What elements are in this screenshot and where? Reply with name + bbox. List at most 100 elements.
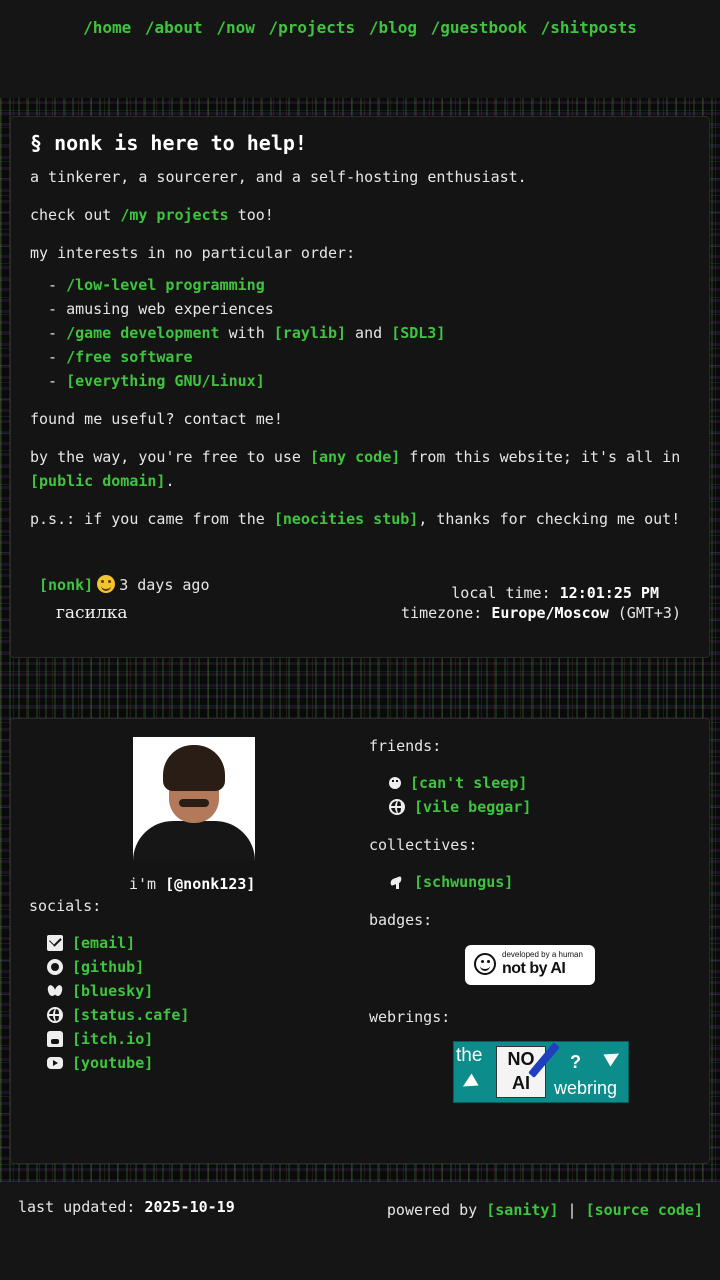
gamedev-link[interactable]: /game development xyxy=(66,324,220,342)
free-software-link[interactable]: /free software xyxy=(66,348,192,366)
avatar-mustache xyxy=(179,799,209,807)
list-item: [github] xyxy=(47,955,189,979)
list-item: /free software xyxy=(48,345,690,369)
list-item: amusing web experiences xyxy=(48,297,690,321)
author-link[interactable]: [nonk] xyxy=(39,576,93,594)
youtube-link[interactable]: [youtube] xyxy=(72,1051,153,1075)
socials-title: socials: xyxy=(29,897,102,915)
sidebar-right: friends: [can't sleep] [vile beggar] col… xyxy=(369,719,699,1159)
status-cafe-link[interactable]: [status.cafe] xyxy=(72,1003,189,1027)
socials-list: [email] [github] [bluesky] [status.cafe]… xyxy=(47,931,189,1075)
question-mark-text: ? xyxy=(570,1052,581,1072)
list-item: [email] xyxy=(47,931,189,955)
interests-list: /low-level programming amusing web exper… xyxy=(30,273,690,393)
vile-beggar-link[interactable]: [vile beggar] xyxy=(414,795,531,819)
nav-shitposts[interactable]: /shitposts xyxy=(541,18,637,37)
btw-suffix: . xyxy=(165,472,175,490)
collectives-title: collectives: xyxy=(369,836,478,854)
signature-author-row: [nonk] 3 days ago xyxy=(39,575,210,594)
list-item: [status.cafe] xyxy=(47,1003,189,1027)
source-code-link[interactable]: [source code] xyxy=(586,1201,703,1219)
face-icon xyxy=(389,777,401,789)
and-text: and xyxy=(346,324,392,342)
neocities-stub-link[interactable]: [neocities stub] xyxy=(274,510,419,528)
smile-emoji-icon xyxy=(97,575,116,593)
low-level-link[interactable]: /low-level programming xyxy=(66,276,265,294)
sdl3-link[interactable]: [SDL3] xyxy=(391,324,445,342)
no-ai-webring-banner[interactable]: the NO AI ? webring xyxy=(453,1041,629,1103)
sanity-link[interactable]: [sanity] xyxy=(486,1201,558,1219)
gnu-linux-link[interactable]: [everything GNU/Linux] xyxy=(66,372,265,390)
handle-text: [@nonk123] xyxy=(165,875,256,893)
github-icon xyxy=(47,959,63,975)
github-link[interactable]: [github] xyxy=(72,955,144,979)
nav-now[interactable]: /now xyxy=(216,18,255,37)
email-link[interactable]: [email] xyxy=(72,931,135,955)
list-item: [schwungus] xyxy=(389,870,513,894)
footer-separator: | xyxy=(558,1201,586,1219)
list-item: [youtube] xyxy=(47,1051,189,1075)
arrow-right-icon xyxy=(594,1050,624,1068)
nav-guestbook[interactable]: /guestbook xyxy=(431,18,527,37)
list-item: [vile beggar] xyxy=(389,795,531,819)
bluesky-icon xyxy=(47,983,63,999)
updated-date: 2025-10-19 xyxy=(144,1198,235,1216)
cant-sleep-link[interactable]: [can't sleep] xyxy=(410,771,527,795)
timezone-offset: (GMT+3) xyxy=(608,604,681,622)
handle-line: i'm [@nonk123] xyxy=(129,875,255,893)
smiley-icon xyxy=(474,953,496,975)
youtube-icon xyxy=(47,1057,63,1069)
list-item: [can't sleep] xyxy=(389,771,531,795)
updated-label: last updated: xyxy=(18,1198,145,1216)
list-item: [itch.io] xyxy=(47,1027,189,1051)
timezone-row: timezone: Europe/Moscow (GMT+3) xyxy=(401,603,681,623)
any-code-link[interactable]: [any code] xyxy=(310,448,400,466)
itch-link[interactable]: [itch.io] xyxy=(72,1027,153,1051)
badge-big-text: not by AI xyxy=(502,960,566,977)
handwritten-signature: гасилка xyxy=(56,603,128,623)
public-domain-link[interactable]: [public domain] xyxy=(30,472,165,490)
arrow-left-icon xyxy=(462,1074,490,1090)
itch-icon xyxy=(47,1031,63,1047)
schwungus-link[interactable]: [schwungus] xyxy=(414,870,513,894)
interests-heading: my interests in no particular order: xyxy=(30,244,356,262)
local-time-label: local time: xyxy=(451,584,560,602)
raylib-link[interactable]: [raylib] xyxy=(274,324,346,342)
nav-blog[interactable]: /blog xyxy=(369,18,417,37)
timezone-label: timezone: xyxy=(401,604,492,622)
mail-icon xyxy=(47,935,63,951)
ps-line: p.s.: if you came from the [neocities st… xyxy=(30,507,690,531)
top-nav: /home /about /now /projects /blog /guest… xyxy=(0,18,720,37)
collectives-list: [schwungus] xyxy=(389,870,513,894)
webrings-title: webrings: xyxy=(369,1008,451,1026)
friends-list: [can't sleep] [vile beggar] xyxy=(389,771,531,819)
not-by-ai-badge[interactable]: developed by a human not by AI xyxy=(465,945,595,985)
webring-word-text: webring xyxy=(554,1078,618,1098)
nav-home[interactable]: /home xyxy=(83,18,131,37)
clock-widget: local time: 12:01:25 PM timezone: Europe… xyxy=(401,583,681,623)
nav-about[interactable]: /about xyxy=(145,18,203,37)
powered-by: powered by [sanity] | [source code] xyxy=(387,1201,703,1219)
globe-icon xyxy=(389,799,405,815)
last-updated: last updated: 2025-10-19 xyxy=(18,1198,235,1216)
list-item: [bluesky] xyxy=(47,979,189,1003)
projects-line: check out /my projects too! xyxy=(30,203,690,227)
avatar-body xyxy=(133,821,255,861)
my-projects-link[interactable]: /my projects xyxy=(120,206,228,224)
list-item: [everything GNU/Linux] xyxy=(48,369,690,393)
local-time-row: local time: 12:01:25 PM xyxy=(401,583,659,603)
ps-suffix: , thanks for checking me out! xyxy=(418,510,681,528)
intro-panel: § nonk is here to help! a tinkerer, a so… xyxy=(10,116,710,658)
btw-prefix: by the way, you're free to use xyxy=(30,448,310,466)
contact-line: found me useful? contact me! xyxy=(30,410,283,428)
projects-line-prefix: check out xyxy=(30,206,121,224)
avatar-hair xyxy=(163,745,225,791)
list-item: /low-level programming xyxy=(48,273,690,297)
ai-text: AI xyxy=(512,1073,530,1093)
bluesky-link[interactable]: [bluesky] xyxy=(72,979,153,1003)
signature: [nonk] 3 days ago гасилка local time: 12:… xyxy=(39,575,699,635)
btw-middle: from this website; it's all in xyxy=(400,448,681,466)
nav-projects[interactable]: /projects xyxy=(268,18,355,37)
badge-small-text: developed by a human xyxy=(502,950,583,959)
list-item: /game development with [raylib] and [SDL… xyxy=(48,321,690,345)
